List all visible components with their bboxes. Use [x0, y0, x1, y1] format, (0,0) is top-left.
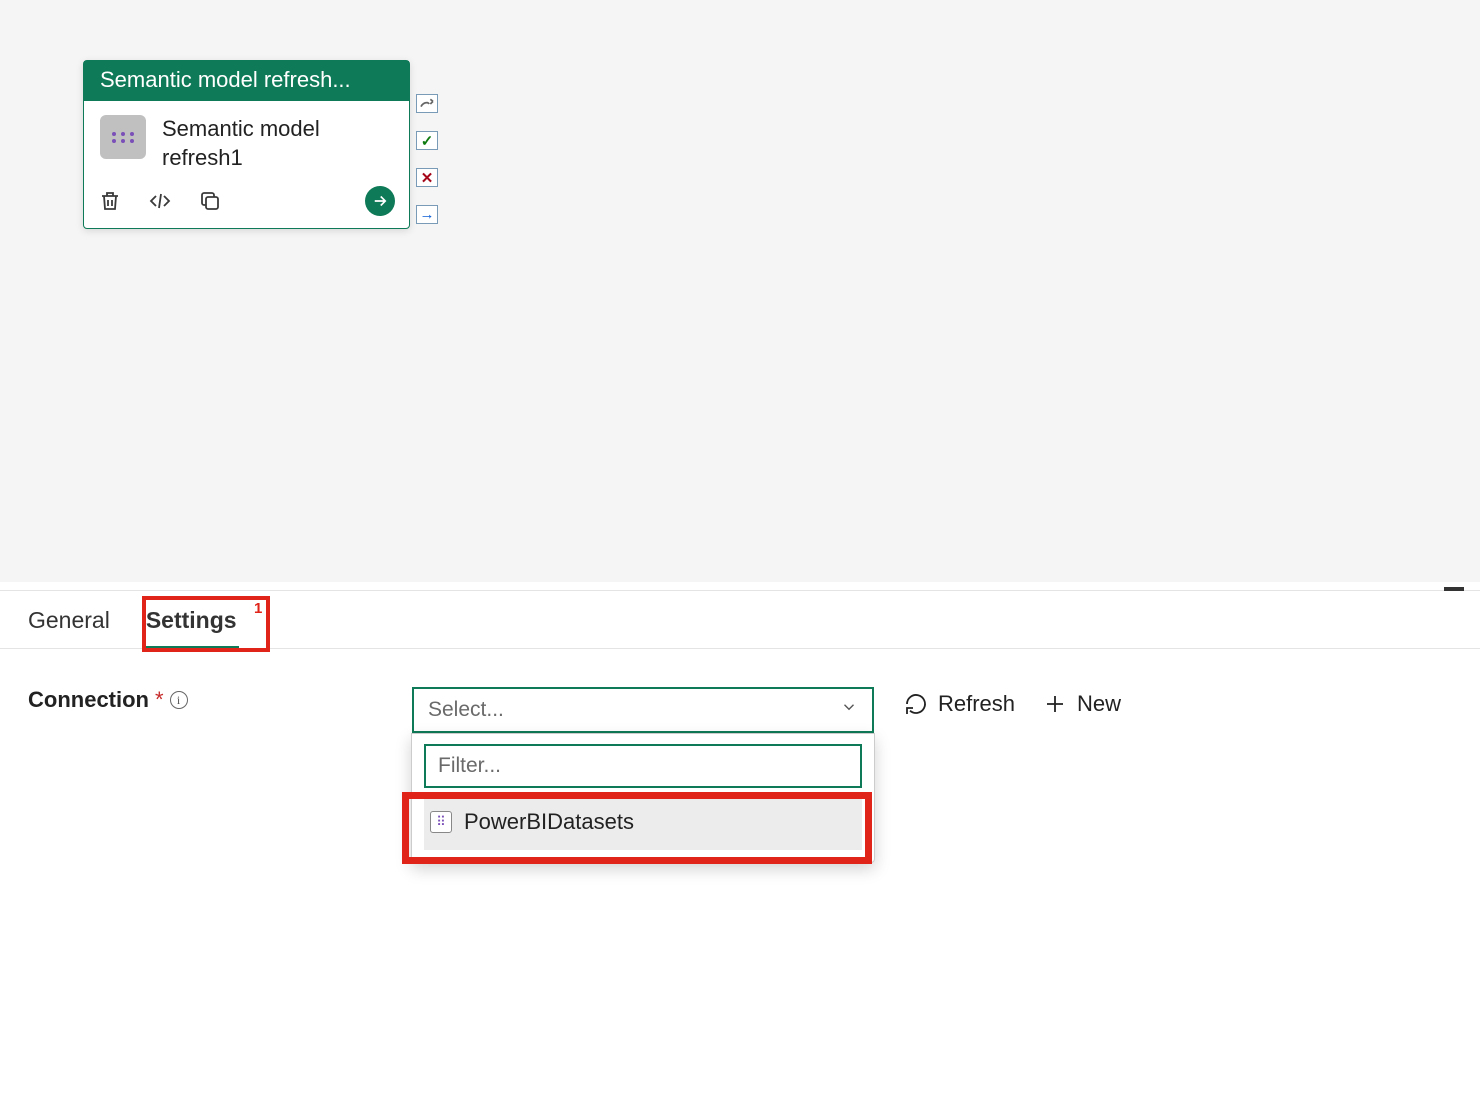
connection-select-placeholder: Select...: [428, 698, 504, 722]
pipeline-canvas[interactable]: Semantic model refresh... Semantic model…: [0, 0, 1480, 582]
required-indicator: *: [155, 687, 164, 713]
activity-node-body: Semantic model refresh1: [84, 101, 409, 178]
connection-field-row: Connection * i Select... Filter... ⠿ Pow…: [0, 649, 1480, 733]
status-skip-icon[interactable]: [416, 94, 438, 113]
panel-resize-handle[interactable]: [1444, 587, 1464, 591]
refresh-button[interactable]: Refresh: [904, 691, 1015, 717]
activity-node[interactable]: Semantic model refresh... Semantic model…: [83, 60, 410, 229]
status-success-icon[interactable]: ✓: [416, 131, 438, 150]
connection-actions: Refresh New: [904, 687, 1121, 717]
annotation-number-1: 1: [254, 600, 262, 617]
activity-node-header: Semantic model refresh...: [84, 61, 409, 101]
tab-general[interactable]: General: [26, 601, 112, 648]
chevron-down-icon: [840, 698, 858, 722]
delete-icon[interactable]: [98, 189, 122, 213]
connection-dropdown: Filter... ⠿ PowerBIDatasets: [411, 733, 875, 863]
panel-tabs: General Settings: [0, 591, 1480, 649]
connection-option-label: PowerBIDatasets: [464, 809, 634, 835]
status-failure-icon[interactable]: ✕: [416, 168, 438, 187]
info-icon[interactable]: i: [170, 691, 188, 709]
run-activity-button[interactable]: [365, 186, 395, 216]
connection-select[interactable]: Select... Filter... ⠿ PowerBIDatasets: [412, 687, 874, 733]
tab-settings[interactable]: Settings: [144, 601, 239, 648]
activity-node-toolbar: [84, 178, 409, 228]
connection-label: Connection * i: [28, 687, 402, 713]
new-button[interactable]: New: [1043, 691, 1121, 717]
connection-label-text: Connection: [28, 687, 149, 713]
status-completion-icon[interactable]: →: [416, 205, 438, 224]
properties-panel: General Settings Connection * i Select..…: [0, 590, 1480, 1096]
code-icon[interactable]: [148, 189, 172, 213]
new-label: New: [1077, 691, 1121, 717]
dataset-icon: ⠿: [430, 811, 452, 833]
refresh-label: Refresh: [938, 691, 1015, 717]
copy-icon[interactable]: [198, 189, 222, 213]
activity-type-icon: [100, 115, 146, 159]
connection-select-box[interactable]: Select...: [412, 687, 874, 733]
connection-filter-input[interactable]: Filter...: [424, 744, 862, 788]
activity-name: Semantic model refresh1: [162, 115, 393, 172]
connection-option[interactable]: ⠿ PowerBIDatasets: [424, 794, 862, 850]
activity-output-badges: ✓ ✕ →: [416, 94, 438, 224]
